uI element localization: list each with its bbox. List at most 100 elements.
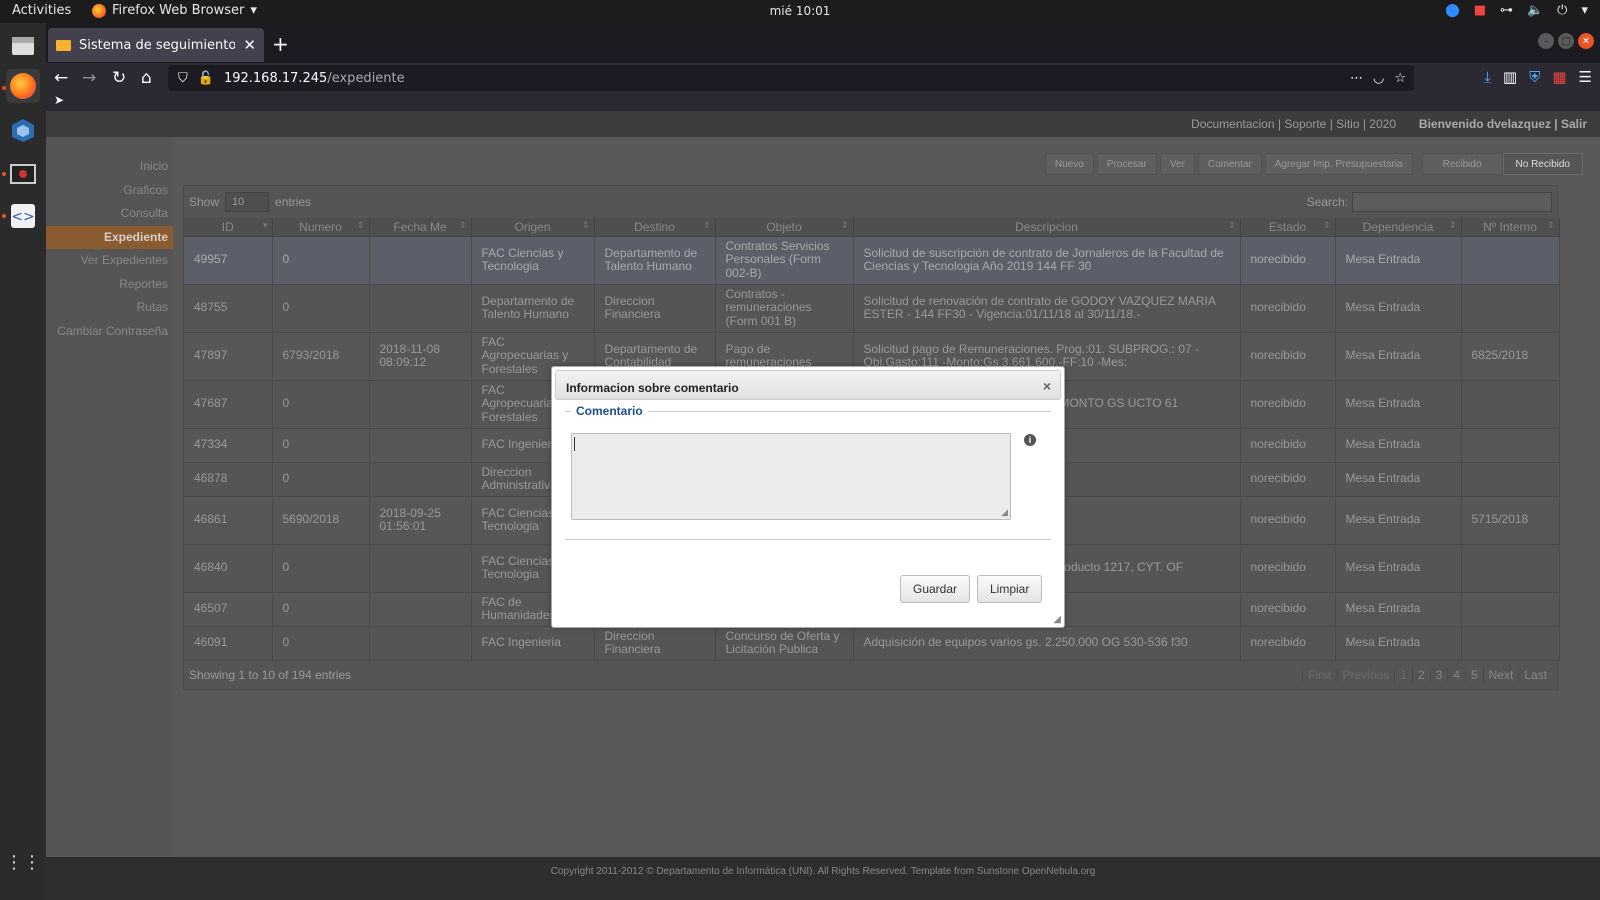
comment-legend: Comentario bbox=[571, 404, 648, 418]
sidebar-item-consulta[interactable]: Consulta bbox=[46, 202, 173, 226]
reload-icon[interactable]: ↻ bbox=[112, 68, 126, 88]
comment-fieldset: Comentario bbox=[565, 404, 1051, 418]
col-header-estado[interactable]: Estado ⇕ bbox=[1240, 218, 1336, 237]
col-header-destino[interactable]: Destino ⇕ bbox=[594, 218, 716, 237]
col-header-id[interactable]: ID ▾ bbox=[184, 218, 273, 237]
url-bar[interactable]: ⛉ 🔓 192.168.17.245/expediente ⋯ ◡ ☆ bbox=[168, 65, 1414, 91]
back-icon[interactable]: ← bbox=[54, 68, 68, 88]
remote-desktop-icon[interactable]: <> bbox=[6, 199, 40, 233]
limpiar-button[interactable]: Limpiar bbox=[977, 575, 1043, 603]
app-grid-icon[interactable]: ⋮⋮ bbox=[5, 845, 41, 879]
table-row[interactable]: 49957 0 FAC Ciencias y Tecnologia Departame… bbox=[184, 236, 1560, 285]
length-control: Show 10 entries bbox=[189, 192, 311, 212]
insecure-lock-icon[interactable]: 🔓 bbox=[198, 71, 214, 86]
guardar-button[interactable]: Guardar bbox=[900, 575, 971, 603]
extension-icon[interactable]: ▦ bbox=[1552, 68, 1566, 86]
home-icon[interactable]: ⌂ bbox=[141, 68, 152, 88]
sidebar-item-inicio[interactable]: Inicio bbox=[46, 155, 173, 179]
app-indicator-icon[interactable]: ■ bbox=[1474, 3, 1486, 18]
length-select[interactable]: 10 bbox=[225, 192, 270, 212]
agregar-imp-button[interactable]: Agregar Imp. Presupuestaria bbox=[1264, 153, 1413, 175]
power-icon[interactable]: ⏻ bbox=[1557, 3, 1567, 18]
search-control: Search: bbox=[1307, 192, 1552, 212]
nuevo-button[interactable]: Nuevo bbox=[1044, 153, 1094, 175]
sort-icon: ⇕ bbox=[1322, 220, 1331, 230]
resize-grip-icon[interactable]: ◢ bbox=[1001, 507, 1008, 518]
chevron-down-icon[interactable]: ▾ bbox=[1581, 3, 1588, 18]
volume-icon[interactable]: 🔈 bbox=[1527, 3, 1543, 18]
sidebar-item-cambiar-contrasena[interactable]: Cambiar Contraseña bbox=[46, 320, 173, 344]
sidebar-item-reportes[interactable]: Reportes bbox=[46, 273, 173, 297]
close-tab-icon[interactable]: ✕ bbox=[243, 36, 256, 54]
comment-textarea[interactable]: ◢ bbox=[571, 433, 1011, 520]
table-row[interactable]: 48755 0 Departamento de Talento Humano Dire… bbox=[184, 284, 1560, 333]
col-header-numero[interactable]: Numero ⇕ bbox=[272, 218, 370, 237]
table-row[interactable]: 46091 0 FAC Ingenieria Direccion Financiera… bbox=[184, 626, 1560, 661]
link-soporte[interactable]: Soporte bbox=[1284, 117, 1326, 131]
minimize-button[interactable]: – bbox=[1538, 33, 1554, 49]
close-window-button[interactable]: ✕ bbox=[1578, 33, 1594, 49]
info-icon[interactable]: i bbox=[1024, 434, 1036, 446]
col-header-interno[interactable]: Nº Interno ⇕ bbox=[1461, 218, 1560, 237]
col-header-objeto[interactable]: Objeto ⇕ bbox=[715, 218, 854, 237]
download-icon[interactable]: ⤓ bbox=[1484, 68, 1491, 86]
comentar-button[interactable]: Comentar bbox=[1197, 153, 1262, 175]
sidebar-item-graficos[interactable]: Graficos bbox=[46, 179, 173, 203]
col-header-descripcion[interactable]: Descripcion ⇕ bbox=[853, 218, 1241, 237]
recibido-button[interactable]: Recibido bbox=[1421, 153, 1503, 175]
pager-page-2[interactable]: 2 bbox=[1411, 667, 1430, 682]
cell-fecha bbox=[369, 380, 472, 429]
maximize-button[interactable]: □ bbox=[1558, 33, 1574, 49]
cell-interno: 6825/2018 bbox=[1461, 332, 1560, 381]
extension-shield-icon[interactable]: ⛨ bbox=[1529, 68, 1540, 86]
pocket-icon[interactable]: ◡ bbox=[1373, 71, 1384, 86]
firefox-dock-icon[interactable] bbox=[6, 69, 40, 103]
sidebar-item-expediente[interactable]: Expediente bbox=[46, 225, 173, 249]
no-recibido-button[interactable]: No Recibido bbox=[1502, 153, 1583, 175]
pager-last[interactable]: Last bbox=[1518, 667, 1552, 682]
search-input[interactable] bbox=[1352, 192, 1552, 212]
teamviewer-icon[interactable]: ⬤ bbox=[1445, 3, 1460, 18]
cell-estado: norecibido bbox=[1240, 496, 1336, 545]
link-documentacion[interactable]: Documentacion bbox=[1191, 117, 1274, 131]
menu-icon[interactable]: ☰ bbox=[1579, 68, 1592, 86]
col-header-fecha[interactable]: Fecha Me ⇕ bbox=[369, 218, 472, 237]
sidebar-item-rutas[interactable]: Rutas bbox=[46, 296, 173, 320]
forward-icon[interactable]: → bbox=[82, 68, 96, 88]
sidebar-item-ver-expedientes[interactable]: Ver Expedientes bbox=[46, 249, 173, 273]
pager-page-5[interactable]: 5 bbox=[1464, 667, 1483, 682]
dialog-titlebar[interactable]: Informacion sobre comentario × bbox=[555, 370, 1061, 400]
pager-first[interactable]: First bbox=[1302, 667, 1336, 682]
pager-previous[interactable]: Previous bbox=[1336, 667, 1395, 682]
col-header-dependencia[interactable]: Dependencia ⇕ bbox=[1335, 218, 1462, 237]
bookmark-star-icon[interactable]: ☆ bbox=[1394, 71, 1406, 86]
col-header-origen[interactable]: Origen ⇕ bbox=[471, 218, 595, 237]
clock[interactable]: mié 10:01 bbox=[0, 4, 1600, 18]
welcome-text[interactable]: Bienvenido dvelazquez | Salir bbox=[1419, 117, 1587, 131]
pager-page-3[interactable]: 3 bbox=[1429, 667, 1448, 682]
dialog-resize-icon[interactable]: ◢ bbox=[1053, 614, 1061, 625]
sidebar-icon[interactable]: ▥ bbox=[1503, 68, 1517, 86]
ver-button[interactable]: Ver bbox=[1159, 153, 1195, 175]
cell-id: 46091 bbox=[184, 626, 273, 661]
virtualbox-icon[interactable] bbox=[6, 113, 40, 147]
cell-id: 46861 bbox=[184, 496, 273, 545]
pager-page-1[interactable]: 1 bbox=[1394, 667, 1412, 682]
pager-next[interactable]: Next bbox=[1482, 667, 1519, 682]
close-icon[interactable]: × bbox=[1043, 378, 1051, 394]
files-icon[interactable] bbox=[6, 29, 40, 63]
cell-id: 47687 bbox=[184, 380, 273, 429]
new-tab-button[interactable]: + bbox=[272, 32, 289, 56]
bookmark-arrow-icon[interactable]: ➤ bbox=[54, 93, 64, 107]
shield-icon[interactable]: ⛉ bbox=[178, 71, 188, 86]
procesar-button[interactable]: Procesar bbox=[1096, 153, 1157, 175]
cell-numero: 0 bbox=[272, 284, 370, 333]
virtual-machine-icon[interactable] bbox=[6, 157, 40, 191]
pager-page-4[interactable]: 4 bbox=[1447, 667, 1465, 682]
cell-interno bbox=[1461, 428, 1560, 463]
cell-estado: norecibido bbox=[1240, 544, 1336, 593]
more-icon[interactable]: ⋯ bbox=[1350, 71, 1363, 86]
link-sitio[interactable]: Sitio bbox=[1336, 117, 1359, 131]
browser-tab[interactable]: Sistema de seguimiento de e ✕ bbox=[48, 28, 264, 62]
network-icon[interactable]: ⊶ bbox=[1500, 3, 1513, 18]
